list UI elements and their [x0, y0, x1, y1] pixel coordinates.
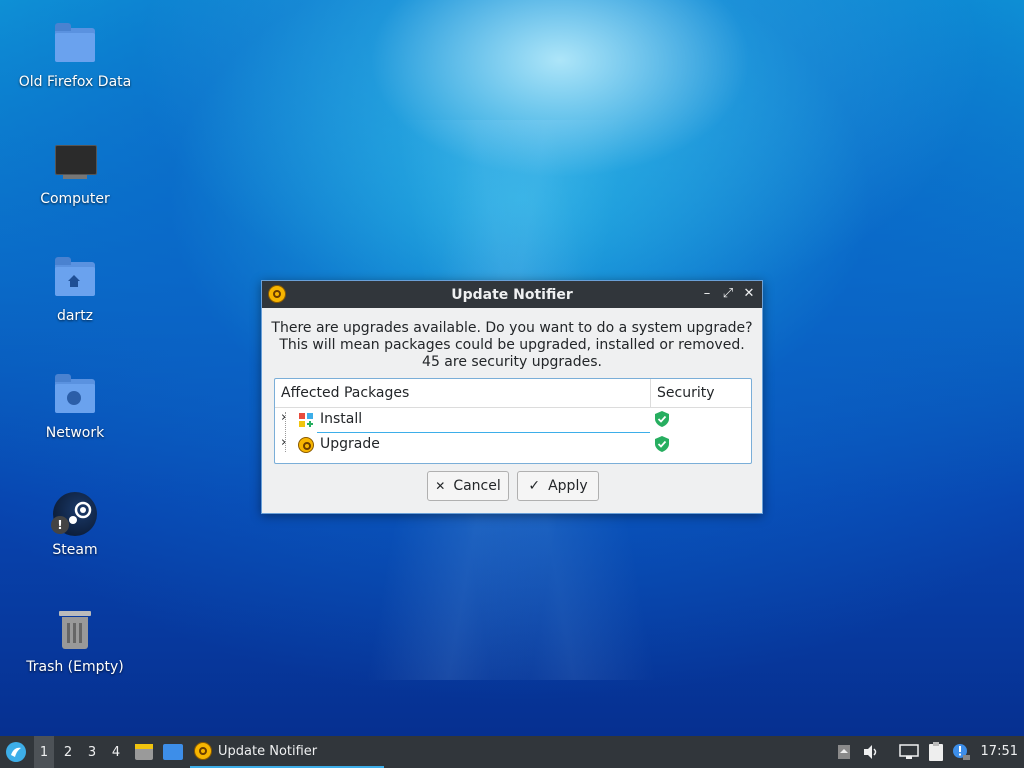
desktop-switch-3[interactable]: 3	[82, 736, 102, 768]
folder-icon	[53, 22, 97, 66]
network-icon	[899, 744, 919, 759]
volume-button[interactable]	[860, 736, 882, 768]
desktop-icon-label: Network	[45, 425, 105, 441]
desktop-switch-2[interactable]: 2	[58, 736, 78, 768]
desktop-switch-4[interactable]: 4	[106, 736, 126, 768]
cancel-label: Cancel	[453, 478, 501, 494]
clipboard-icon	[929, 742, 943, 761]
desktop-icon-network[interactable]: Network	[10, 373, 140, 473]
warning-icon: !	[51, 516, 69, 534]
network-folder-icon	[53, 373, 97, 417]
desktop-icon-computer[interactable]: Computer	[10, 139, 140, 239]
column-header-security[interactable]: Security	[657, 385, 715, 401]
column-header-affected-packages[interactable]: Affected Packages	[281, 385, 409, 401]
taskbar: 1 2 3 4 Update Notifier 17:51	[0, 736, 1024, 768]
volume-icon	[864, 745, 877, 759]
apply-button[interactable]: ✓ Apply	[517, 471, 599, 501]
tray-arrow-button[interactable]	[834, 736, 854, 768]
message-line: There are upgrades available. Do you wan…	[271, 320, 753, 336]
tree-row-label: Install	[320, 411, 363, 427]
dialog-title: Update Notifier	[451, 287, 573, 303]
affected-packages-tree[interactable]: Affected Packages Security › Install › U	[274, 378, 752, 464]
cancel-button[interactable]: ✕ Cancel	[427, 471, 509, 501]
upgrade-icon	[298, 437, 314, 453]
clipboard-button[interactable]	[926, 736, 946, 768]
tree-header: Affected Packages Security	[275, 379, 751, 408]
tray-expand-icon	[838, 745, 850, 759]
maximize-button[interactable]: ⤢	[719, 285, 737, 303]
install-icon	[299, 413, 313, 427]
network-tray-button[interactable]	[898, 736, 920, 768]
shield-check-icon	[655, 436, 669, 452]
tree-row-install[interactable]: › Install	[275, 408, 751, 433]
cancel-icon: ✕	[435, 479, 446, 493]
expand-chevron-icon[interactable]: ›	[281, 435, 286, 450]
desktop-icon-steam[interactable]: ! Steam	[10, 490, 140, 590]
file-manager-launcher[interactable]	[132, 736, 156, 768]
file-manager-icon	[135, 744, 153, 760]
desktop-icon-label: Trash (Empty)	[26, 659, 124, 675]
check-icon: ✓	[528, 478, 541, 494]
desktop-icon-dartz[interactable]: dartz	[10, 256, 140, 356]
app-menu-icon	[6, 742, 26, 762]
show-desktop-button[interactable]	[160, 736, 186, 768]
tree-row-label: Upgrade	[320, 436, 380, 452]
desktop-icon-label: Old Firefox Data	[18, 74, 132, 90]
trash-icon	[53, 607, 97, 651]
dialog-titlebar[interactable]: Update Notifier – ⤢ ✕	[262, 281, 762, 308]
update-notifier-dialog: Update Notifier – ⤢ ✕ There are upgrades…	[261, 280, 763, 514]
computer-icon	[53, 139, 97, 183]
task-label: Update Notifier	[218, 743, 318, 759]
desktop-icon-label: Computer	[40, 191, 110, 207]
apply-label: Apply	[548, 478, 588, 494]
desktop-icon-trash[interactable]: Trash (Empty)	[10, 607, 140, 707]
update-alert-icon	[953, 744, 970, 760]
update-notifier-icon	[194, 742, 212, 760]
desktop-switch-1[interactable]: 1	[34, 736, 54, 768]
desktop-icon-label: Steam	[52, 542, 98, 558]
minimize-button[interactable]: –	[698, 285, 716, 303]
dialog-message: There are upgrades available. Do you wan…	[262, 320, 762, 371]
clock[interactable]: 17:51	[981, 744, 1018, 759]
home-folder-icon	[53, 256, 97, 300]
message-line: 45 are security upgrades.	[422, 354, 602, 370]
update-tray-button[interactable]	[950, 736, 972, 768]
close-button[interactable]: ✕	[740, 285, 758, 303]
shield-check-icon	[655, 411, 669, 427]
desktop-icon-label: dartz	[56, 308, 94, 324]
message-line: This will mean packages could be upgrade…	[279, 337, 745, 353]
expand-chevron-icon[interactable]: ›	[281, 410, 286, 425]
start-menu-button[interactable]	[2, 736, 30, 768]
desktop-icon	[163, 744, 183, 760]
taskbar-task-update-notifier[interactable]: Update Notifier	[190, 736, 384, 768]
desktop-icon-old-firefox-data[interactable]: Old Firefox Data	[10, 22, 140, 122]
tree-row-upgrade[interactable]: › Upgrade	[275, 433, 751, 458]
steam-icon: !	[51, 490, 97, 536]
column-separator[interactable]	[650, 379, 651, 407]
